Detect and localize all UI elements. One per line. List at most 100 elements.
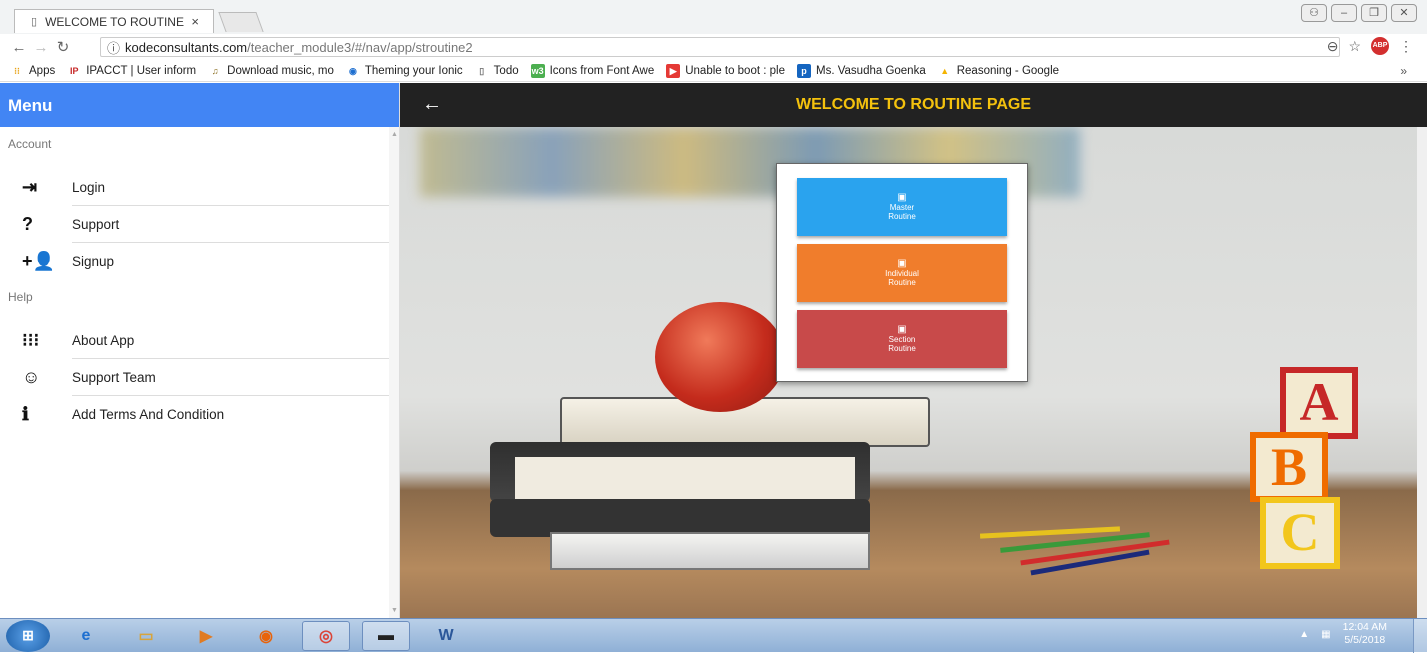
menu-section-label: Help — [8, 290, 33, 304]
ip-icon: IP — [69, 65, 79, 76]
tray-expand-icon[interactable]: ▲ — [1299, 629, 1309, 640]
bookmark-item[interactable]: ▯ Todo — [475, 64, 518, 78]
bookmark-item[interactable]: ▲ Reasoning - Google — [938, 64, 1059, 78]
window-controls: ⚇ – ❐ ✕ — [1301, 4, 1417, 22]
bookmark-item[interactable]: w3 Icons from Font Awe — [530, 63, 654, 78]
forward-nav-icon[interactable]: → — [30, 39, 52, 56]
calendar-icon: ▣ — [897, 258, 907, 269]
internet-explorer-icon[interactable]: e — [62, 621, 110, 651]
login-icon: ⇥ — [22, 177, 38, 197]
letter-block-c: C — [1260, 497, 1340, 569]
section-routine-button[interactable]: ▣ Section Routine — [797, 310, 1007, 368]
zoom-icon[interactable]: ⊖ — [1327, 38, 1339, 55]
minimize-button[interactable]: – — [1331, 4, 1357, 22]
file-explorer-icon[interactable]: ▭ — [122, 621, 170, 651]
browser-tab-strip: ▯ WELCOME TO ROUTINE × ⚇ – ❐ ✕ — [0, 0, 1427, 34]
routine-card: ▣ Master Routine ▣ Individual Routine ▣ … — [776, 163, 1028, 382]
more-menu-icon[interactable]: ⋮ — [1399, 38, 1413, 55]
star-icon[interactable]: ☆ — [1348, 38, 1361, 55]
firefox-icon[interactable]: ◉ — [242, 621, 290, 651]
url-path: /teacher_module3/#/nav/app/stroutine2 — [247, 39, 473, 55]
drive-icon: ▲ — [940, 65, 950, 76]
sidebar-item-label: Add Terms And Condition — [72, 407, 225, 422]
windows-taskbar: ⊞ e ▭ ▶ ◉ ◎ ▬ W ▲ ▦ 12:04 AM 5/5/2018 — [0, 618, 1427, 653]
page-icon: ▯ — [31, 16, 38, 28]
youtube-icon: ▶ — [666, 63, 681, 78]
person-add-icon: +👤 — [22, 251, 55, 271]
back-nav-icon[interactable]: ← — [8, 39, 30, 56]
bookmarks-more-icon[interactable]: » — [1400, 64, 1407, 78]
menu-title: Menu — [0, 83, 399, 127]
book — [515, 457, 855, 499]
book — [550, 532, 870, 570]
sidebar-item-label: Login — [72, 169, 389, 206]
maximize-button[interactable]: ❐ — [1361, 4, 1387, 22]
scroll-up-icon[interactable]: ▲ — [391, 131, 398, 138]
apple — [655, 302, 785, 412]
sidebar-item-support-team[interactable]: ☺ Support Team — [0, 359, 399, 396]
scroll-down-icon[interactable]: ▼ — [391, 607, 398, 614]
letter-block-b: B — [1250, 432, 1328, 502]
media-player-icon[interactable]: ▶ — [182, 621, 230, 651]
bookmark-item[interactable]: IP IPACCT | User inform — [67, 64, 196, 78]
page-header: ← WELCOME TO ROUTINE PAGE — [400, 83, 1427, 127]
grid-icon: ⁝⁝⁝ — [22, 330, 40, 350]
user-icon[interactable]: ⚇ — [1301, 4, 1327, 22]
sidebar-item-label: Support Team — [72, 359, 389, 396]
bookmarks-bar: ⁝⁝ Apps IP IPACCT | User inform ♫ Download mu… — [0, 60, 1427, 82]
tab-close-icon[interactable]: × — [191, 14, 199, 29]
url-input[interactable]: ⓘ kodeconsultants.com/teacher_module3/#/… — [100, 37, 1340, 57]
chrome-icon[interactable]: ◎ — [302, 620, 350, 651]
sidebar-item-label: Signup — [72, 254, 115, 269]
sidebar-item-label: Support — [72, 206, 389, 243]
sidebar-item-about-app[interactable]: ⁝⁝⁝ About App — [0, 322, 399, 359]
smiley-icon: ☺ — [22, 367, 41, 387]
sidebar-item-support[interactable]: ? Support — [0, 206, 399, 243]
network-icon[interactable]: ▦ — [1321, 629, 1330, 640]
letter-block-a: A — [1280, 367, 1358, 439]
calendar-icon: ▣ — [897, 324, 907, 335]
bookmark-item[interactable]: p Ms. Vasudha Goenka — [796, 63, 926, 78]
sidebar-item-add-terms-and-condition[interactable]: ℹ Add Terms And Condition — [0, 396, 399, 433]
calendar-icon: ▣ — [897, 192, 907, 203]
sidebar-scrollbar[interactable]: ▲ ▼ — [389, 127, 399, 618]
start-button[interactable]: ⊞ — [6, 619, 50, 652]
close-window-button[interactable]: ✕ — [1391, 4, 1417, 22]
apps-grid-icon: ⁝⁝ — [14, 65, 20, 76]
bookmark-item[interactable]: ⁝⁝ Apps — [10, 64, 55, 78]
cmd-icon[interactable]: ▬ — [362, 620, 410, 651]
info-icon: ℹ — [22, 404, 29, 424]
system-tray: ▲ ▦ 12:04 AM 5/5/2018 — [1299, 621, 1387, 647]
side-menu: Menu Account ⇥ Login? Support +👤 Signup Help ⁝⁝… — [0, 83, 400, 618]
sidebar-item-signup[interactable]: +👤 Signup — [0, 243, 399, 280]
reload-icon[interactable]: ↻ — [52, 38, 74, 56]
bookmark-item[interactable]: ◉ Theming your Ionic — [346, 64, 463, 78]
url-host: kodeconsultants.com — [125, 39, 248, 55]
question-icon: ? — [22, 214, 33, 234]
individual-routine-button[interactable]: ▣ Individual Routine — [797, 244, 1007, 302]
show-desktop-button[interactable] — [1413, 619, 1427, 653]
info-icon[interactable]: ⓘ — [107, 38, 120, 57]
bookmark-item[interactable]: ♫ Download music, mo — [208, 64, 334, 78]
word-icon[interactable]: W — [422, 621, 470, 651]
omnibox-actions: ⊖ ☆ ABP ⋮ — [1327, 37, 1413, 55]
sidebar-item-login[interactable]: ⇥ Login — [0, 169, 399, 206]
new-tab-button[interactable] — [218, 12, 264, 32]
ionic-icon: ◉ — [348, 65, 357, 76]
browser-tab[interactable]: ▯ WELCOME TO ROUTINE × — [14, 9, 214, 33]
clock[interactable]: 12:04 AM 5/5/2018 — [1343, 621, 1387, 647]
address-bar-row: ← → ↻ ⓘ kodeconsultants.com/teacher_modu… — [0, 34, 1427, 60]
menu-list: Account ⇥ Login? Support +👤 Signup Help ⁝⁝⁝ Abou… — [0, 127, 399, 433]
p-icon: p — [796, 63, 811, 78]
menu-section-label: Account — [8, 137, 52, 151]
page-icon: ▯ — [479, 65, 485, 76]
page-title: WELCOME TO ROUTINE PAGE — [796, 96, 1031, 113]
adblock-icon[interactable]: ABP — [1371, 37, 1389, 55]
master-routine-button[interactable]: ▣ Master Routine — [797, 178, 1007, 236]
content-scrollbar[interactable] — [1417, 127, 1427, 618]
sidebar-item-label: About App — [72, 322, 389, 359]
bookmark-item[interactable]: ▶ Unable to boot : ple — [666, 63, 785, 78]
w3-icon: w3 — [530, 63, 545, 78]
tab-title: WELCOME TO ROUTINE — [45, 14, 184, 29]
music-icon: ♫ — [211, 65, 219, 76]
